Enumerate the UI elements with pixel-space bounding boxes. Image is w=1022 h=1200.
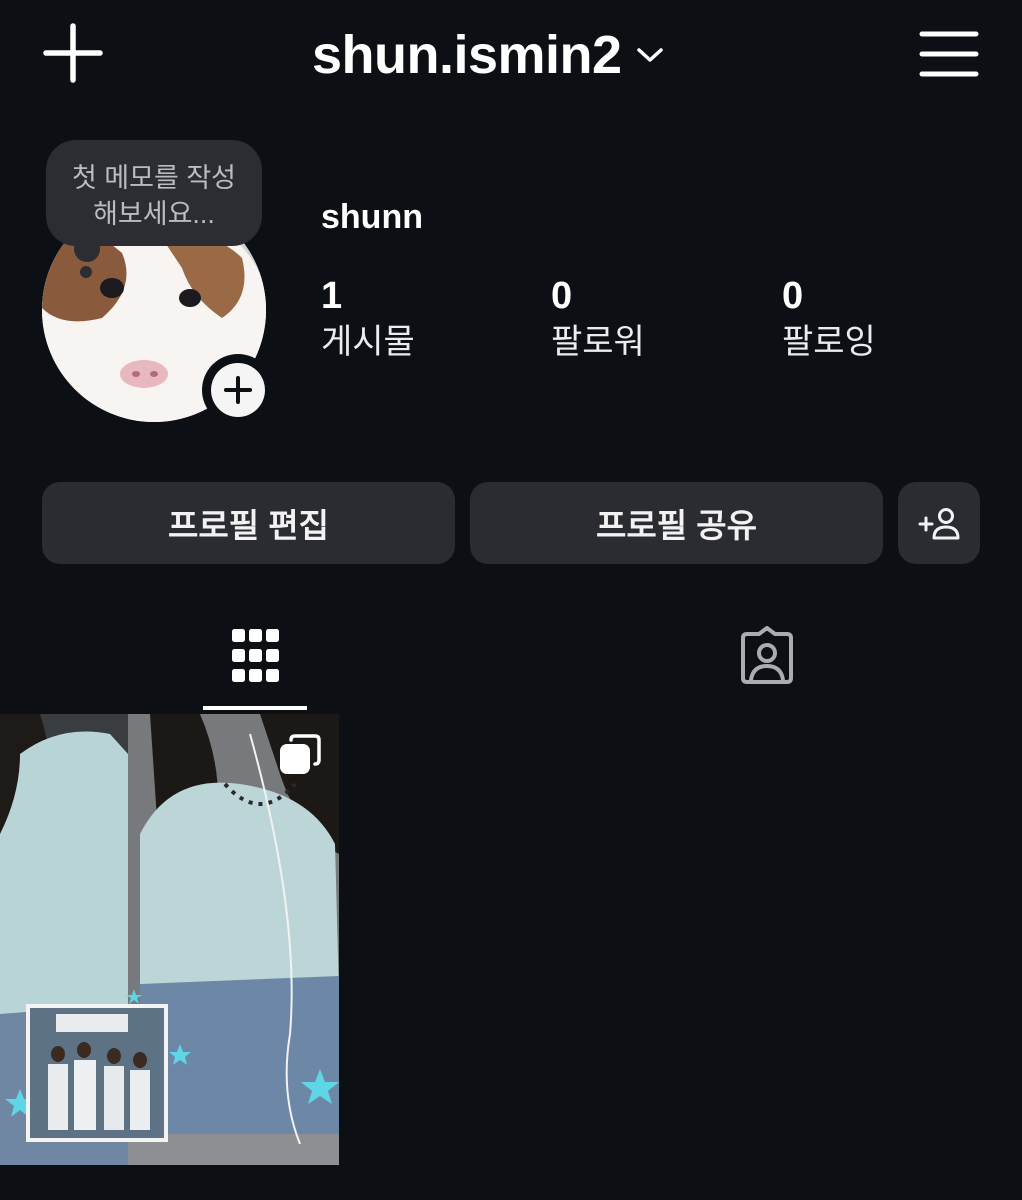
posts-count: 1 [321,275,343,317]
plus-icon [43,23,103,83]
multiple-posts-icon [280,734,321,774]
followers-label: 팔로워 [551,323,645,361]
account-switcher[interactable]: shun.ismin2 [312,22,664,88]
discover-people-button[interactable] [898,482,980,564]
tab-posts-grid[interactable] [0,600,511,712]
tab-tagged[interactable] [511,600,1022,712]
new-post-button[interactable] [40,20,106,86]
note-text-line-2: 해보세요... [93,199,215,229]
following-count: 0 [782,275,804,317]
following-stat[interactable]: 0 팔로잉 [782,276,876,362]
post-thumbnail[interactable] [0,714,339,1165]
chevron-down-icon [636,48,663,62]
note-text-line-1: 첫 메모를 작성 [71,163,237,193]
add-story-badge [211,363,265,417]
add-person-icon [918,508,960,540]
posts-label: 게시물 [321,323,415,361]
active-tab-indicator [203,706,307,710]
display-name: shunn [321,198,423,236]
followers-count: 0 [551,275,573,317]
add-story-button[interactable] [202,354,274,426]
share-profile-button[interactable]: 프로필 공유 [470,482,883,564]
following-label: 팔로잉 [782,323,876,361]
edit-profile-button[interactable]: 프로필 편집 [42,482,455,564]
plus-icon [224,376,252,404]
profile-tabs [0,600,1022,712]
hamburger-menu-icon [919,31,979,77]
tagged-person-icon [740,626,793,684]
top-bar: shun.ismin2 [0,0,1022,110]
note-bubble[interactable]: 첫 메모를 작성 해보세요... [46,140,262,246]
menu-button[interactable] [916,24,982,84]
grid-icon [231,629,279,682]
username: shun.ismin2 [312,25,622,85]
posts-stat[interactable]: 1 게시물 [321,276,415,362]
note-bubble-tail-dot [80,266,92,278]
followers-stat[interactable]: 0 팔로워 [551,276,645,362]
post-photo [0,714,339,1165]
